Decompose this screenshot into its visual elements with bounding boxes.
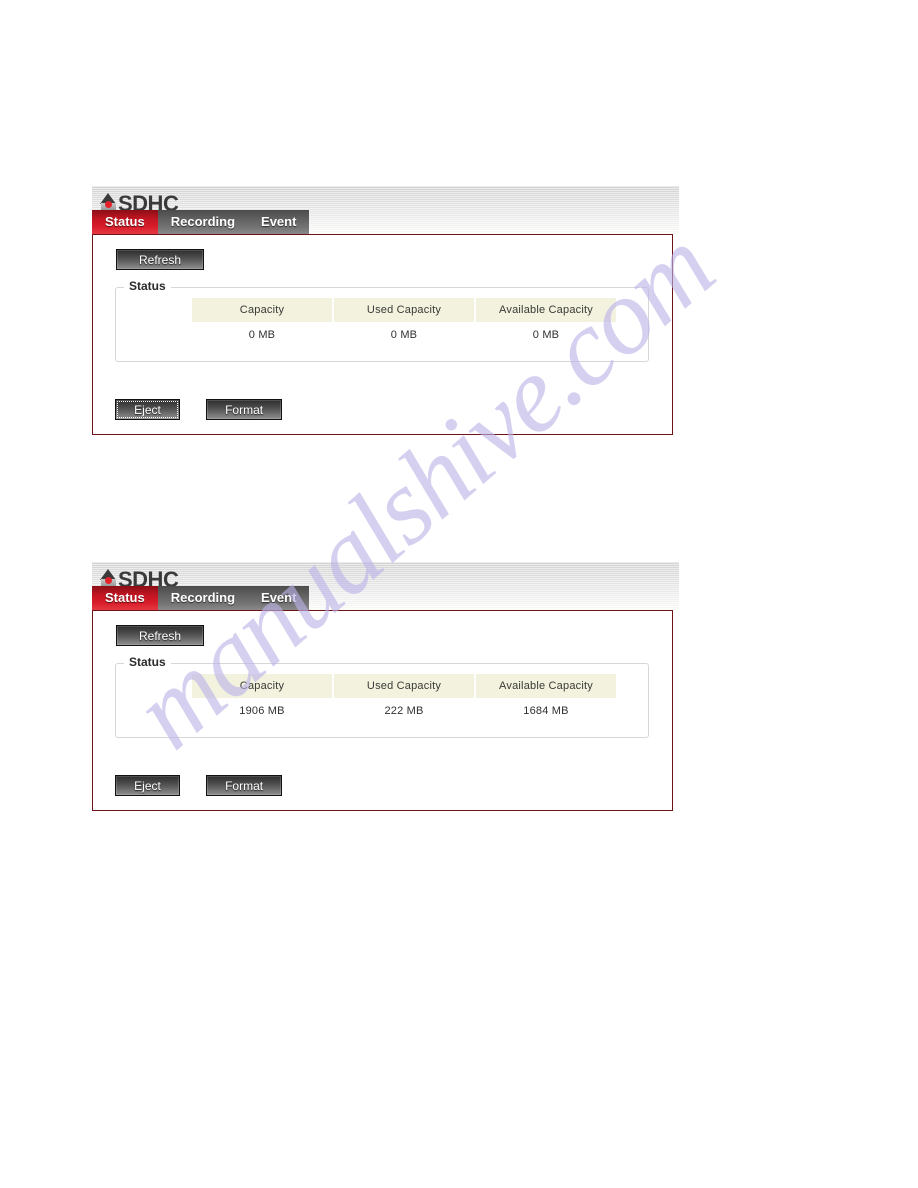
tab-bar: Status Recording Event <box>92 586 310 610</box>
panel-body: Refresh Status Capacity Used Capacity Av… <box>92 610 673 811</box>
format-button[interactable]: Format <box>206 399 283 420</box>
cell-used-capacity: 222 MB <box>334 698 474 724</box>
table-header-row: Capacity Used Capacity Available Capacit… <box>192 298 616 322</box>
screenshot-panel-empty-card: SDHC Status Recording Event Refresh Stat… <box>92 186 679 435</box>
column-header-available-capacity: Available Capacity <box>476 298 616 322</box>
cell-available-capacity: 1684 MB <box>476 698 616 724</box>
column-header-used-capacity: Used Capacity <box>334 674 474 698</box>
eject-button[interactable]: Eject <box>115 775 180 796</box>
status-fieldset: Status Capacity Used Capacity Available … <box>115 279 649 362</box>
refresh-button[interactable]: Refresh <box>116 249 204 270</box>
action-button-row: Eject Format <box>115 775 283 796</box>
cell-capacity: 0 MB <box>192 322 332 348</box>
format-button[interactable]: Format <box>206 775 283 796</box>
cell-capacity: 1906 MB <box>192 698 332 724</box>
app-header: SDHC Status Recording Event <box>92 186 679 234</box>
cell-used-capacity: 0 MB <box>334 322 474 348</box>
app-header: SDHC Status Recording Event <box>92 562 679 610</box>
table-row: 0 MB 0 MB 0 MB <box>192 322 616 348</box>
column-header-capacity: Capacity <box>192 674 332 698</box>
column-header-used-capacity: Used Capacity <box>334 298 474 322</box>
cell-available-capacity: 0 MB <box>476 322 616 348</box>
status-fieldset-legend: Status <box>124 655 171 669</box>
column-header-available-capacity: Available Capacity <box>476 674 616 698</box>
tab-recording[interactable]: Recording <box>157 210 249 234</box>
table-row: 1906 MB 222 MB 1684 MB <box>192 698 616 724</box>
tab-status[interactable]: Status <box>92 586 158 610</box>
action-button-row: Eject Format <box>115 399 283 420</box>
capacity-table: Capacity Used Capacity Available Capacit… <box>190 674 618 724</box>
capacity-table: Capacity Used Capacity Available Capacit… <box>190 298 618 348</box>
tab-event[interactable]: Event <box>248 210 310 234</box>
refresh-button[interactable]: Refresh <box>116 625 204 646</box>
eject-button[interactable]: Eject <box>115 399 180 420</box>
tab-bar: Status Recording Event <box>92 210 310 234</box>
panel-body: Refresh Status Capacity Used Capacity Av… <box>92 234 673 435</box>
tab-status[interactable]: Status <box>92 210 158 234</box>
status-fieldset: Status Capacity Used Capacity Available … <box>115 655 649 738</box>
table-header-row: Capacity Used Capacity Available Capacit… <box>192 674 616 698</box>
status-fieldset-legend: Status <box>124 279 171 293</box>
tab-event[interactable]: Event <box>248 586 310 610</box>
column-header-capacity: Capacity <box>192 298 332 322</box>
screenshot-panel-inserted-card: SDHC Status Recording Event Refresh Stat… <box>92 562 679 811</box>
tab-recording[interactable]: Recording <box>157 586 249 610</box>
